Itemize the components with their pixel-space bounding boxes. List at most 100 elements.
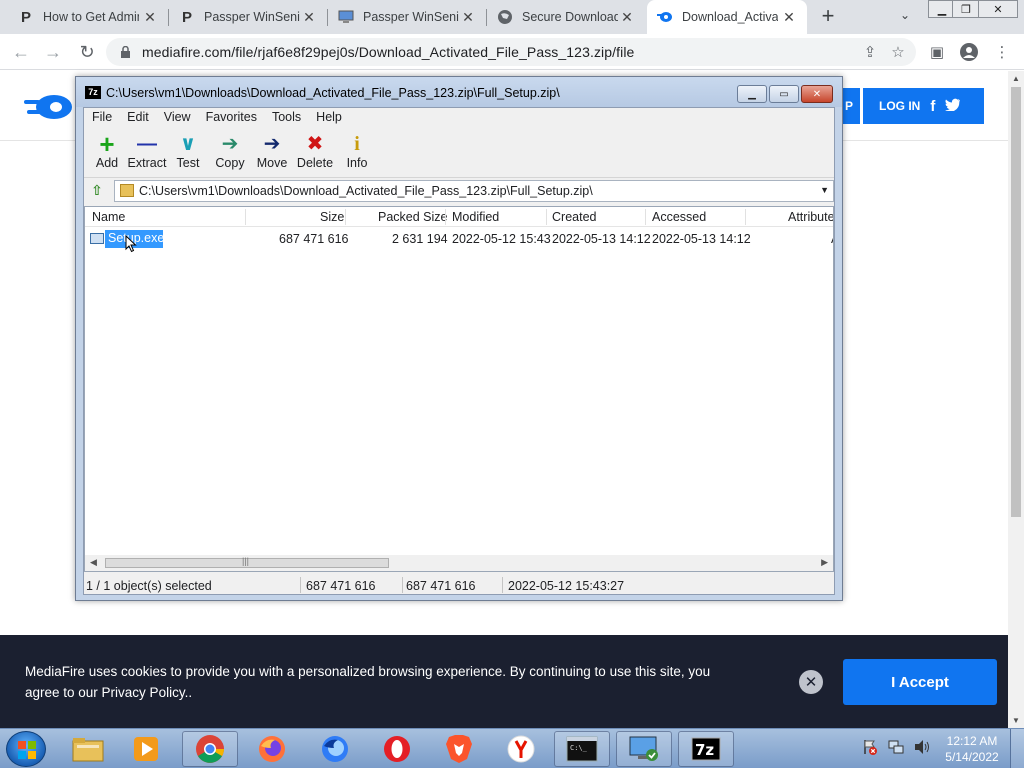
scrollbar-thumb[interactable] [1011,87,1021,517]
menu-help[interactable]: Help [308,108,349,126]
column-size[interactable]: Size [320,210,344,224]
tab-3[interactable]: Passper WinSenic ✕ [328,0,486,34]
tab-5-active[interactable]: Download_Activat ✕ [647,0,807,34]
twitter-icon[interactable] [945,98,961,115]
column-divider[interactable] [245,209,246,225]
tab-title: Passper WinSenic [363,10,459,24]
cookie-close-icon[interactable]: ✕ [799,670,823,694]
horizontal-scrollbar-thumb[interactable]: ||| [105,556,389,568]
column-modified[interactable]: Modified [452,210,499,224]
taskbar-brave[interactable] [431,731,487,767]
minimize-button[interactable]: ▁ [737,85,767,103]
taskbar-firefox-developer[interactable] [307,731,363,767]
taskbar-command-prompt[interactable]: C:\_ [554,731,610,767]
bookmark-star-icon[interactable]: ☆ [888,42,908,62]
close-icon[interactable]: ✕ [460,9,476,25]
chevron-down-icon[interactable]: ⌄ [896,8,914,26]
facebook-icon[interactable]: f [930,98,935,115]
system-clock[interactable]: 12:12 AM 5/14/2022 [940,733,1004,765]
action-center-flag-icon[interactable] [862,739,878,759]
test-button[interactable]: ∨ Test [165,132,211,170]
table-row[interactable]: Setup.exe 687 471 616 2 631 194 2022-05-… [85,229,833,253]
column-divider[interactable] [645,209,646,225]
taskbar-7zip[interactable]: 7z [678,731,734,767]
profile-avatar-icon[interactable] [959,42,979,62]
column-accessed[interactable]: Accessed [652,210,706,224]
mediafire-logo-icon[interactable] [24,94,74,120]
close-window-button[interactable]: ✕ [978,0,1018,18]
tab-4[interactable]: Secure Download ✕ [487,0,645,34]
column-divider[interactable] [345,209,346,225]
folder-up-icon[interactable]: ⇧ [88,182,106,200]
taskbar-opera[interactable] [369,731,425,767]
toolbar: + Add — Extract ∨ Test ➔ Copy ➔ Move ✖ D… [84,128,834,178]
address-bar[interactable]: mediafire.com/file/rjaf6e8f29pej0s/Downl… [106,38,916,66]
reload-icon[interactable]: ↻ [76,41,98,63]
close-icon[interactable]: ✕ [142,9,158,25]
scroll-left-arrow-icon[interactable]: ◀ [90,557,97,568]
horizontal-scrollbar[interactable]: ◀ ||| ▶ [85,555,833,571]
volume-icon[interactable] [914,739,930,759]
network-icon[interactable] [888,739,904,759]
column-attributes[interactable]: Attribute [788,210,833,224]
column-divider[interactable] [546,209,547,225]
menu-kebab-icon[interactable]: ⋮ [992,42,1012,62]
column-packed-size[interactable]: Packed Size [378,210,447,224]
info-button[interactable]: i Info [334,132,380,170]
new-tab-button[interactable]: + [816,5,840,29]
move-arrow-icon: ➔ [263,133,281,155]
side-panel-icon[interactable]: ▣ [927,42,947,62]
taskbar-chrome[interactable] [182,731,238,767]
tab-2[interactable]: P Passper WinSenic ✕ [169,0,327,34]
login-button[interactable]: LOG IN f [863,88,984,124]
taskbar-firefox[interactable] [244,731,300,767]
delete-label: Delete [296,156,334,170]
system-tray [862,739,942,759]
path-input[interactable]: C:\Users\vm1\Downloads\Download_Activate… [114,180,834,202]
tab-title: How to Get Admin [43,10,139,24]
close-icon[interactable]: ✕ [301,9,317,25]
copy-button[interactable]: ➔ Copy [207,132,253,170]
move-button[interactable]: ➔ Move [249,132,295,170]
share-icon[interactable]: ⇪ [860,42,880,62]
page-scrollbar[interactable]: ▲ ▼ [1008,71,1024,728]
close-icon[interactable]: ✕ [781,9,797,25]
extract-button[interactable]: — Extract [124,132,170,170]
scroll-up-arrow-icon[interactable]: ▲ [1012,74,1020,83]
tab-1[interactable]: P How to Get Admin ✕ [8,0,168,34]
scroll-right-arrow-icon[interactable]: ▶ [821,557,828,568]
column-created[interactable]: Created [552,210,596,224]
taskbar-media-player[interactable] [118,731,174,767]
start-button[interactable] [6,731,46,767]
7zip-title-bar[interactable]: 7z C:\Users\vm1\Downloads\Download_Activ… [76,77,842,107]
menu-edit[interactable]: Edit [119,108,156,126]
close-button[interactable]: ✕ [801,85,833,103]
file-packed-size: 2 631 194 [392,232,448,246]
7zip-client: File Edit View Favorites Tools Help + Ad… [83,107,835,595]
menu-view[interactable]: View [156,108,198,126]
extract-label: Extract [127,156,167,170]
close-icon[interactable]: ✕ [619,9,635,25]
chrome-icon [196,735,224,763]
back-arrow-icon[interactable]: ← [10,41,32,63]
column-divider[interactable] [745,209,746,225]
scroll-down-arrow-icon[interactable]: ▼ [1012,716,1020,725]
taskbar-explorer[interactable] [60,731,116,767]
file-list[interactable]: Name Size Packed Size Modified Created A… [84,206,834,572]
column-name[interactable]: Name [92,210,125,224]
menu-file[interactable]: File [84,108,119,126]
url-text: mediafire.com/file/rjaf6e8f29pej0s/Downl… [142,44,635,60]
taskbar-remote-desktop[interactable] [616,731,672,767]
dropdown-arrow-icon[interactable]: ▼ [820,185,829,195]
taskbar-yandex[interactable] [493,731,549,767]
delete-button[interactable]: ✖ Delete [292,132,338,170]
tab-title: Download_Activat [682,10,778,24]
menu-favorites[interactable]: Favorites [198,108,264,126]
column-divider[interactable] [445,209,446,225]
maximize-button[interactable]: ▭ [769,85,799,103]
accept-cookies-button[interactable]: I Accept [843,659,997,705]
maximize-button[interactable]: ❐ [952,0,980,18]
menu-tools[interactable]: Tools [264,108,308,126]
show-desktop-button[interactable] [1010,729,1024,768]
forward-arrow-icon[interactable]: → [42,41,64,63]
